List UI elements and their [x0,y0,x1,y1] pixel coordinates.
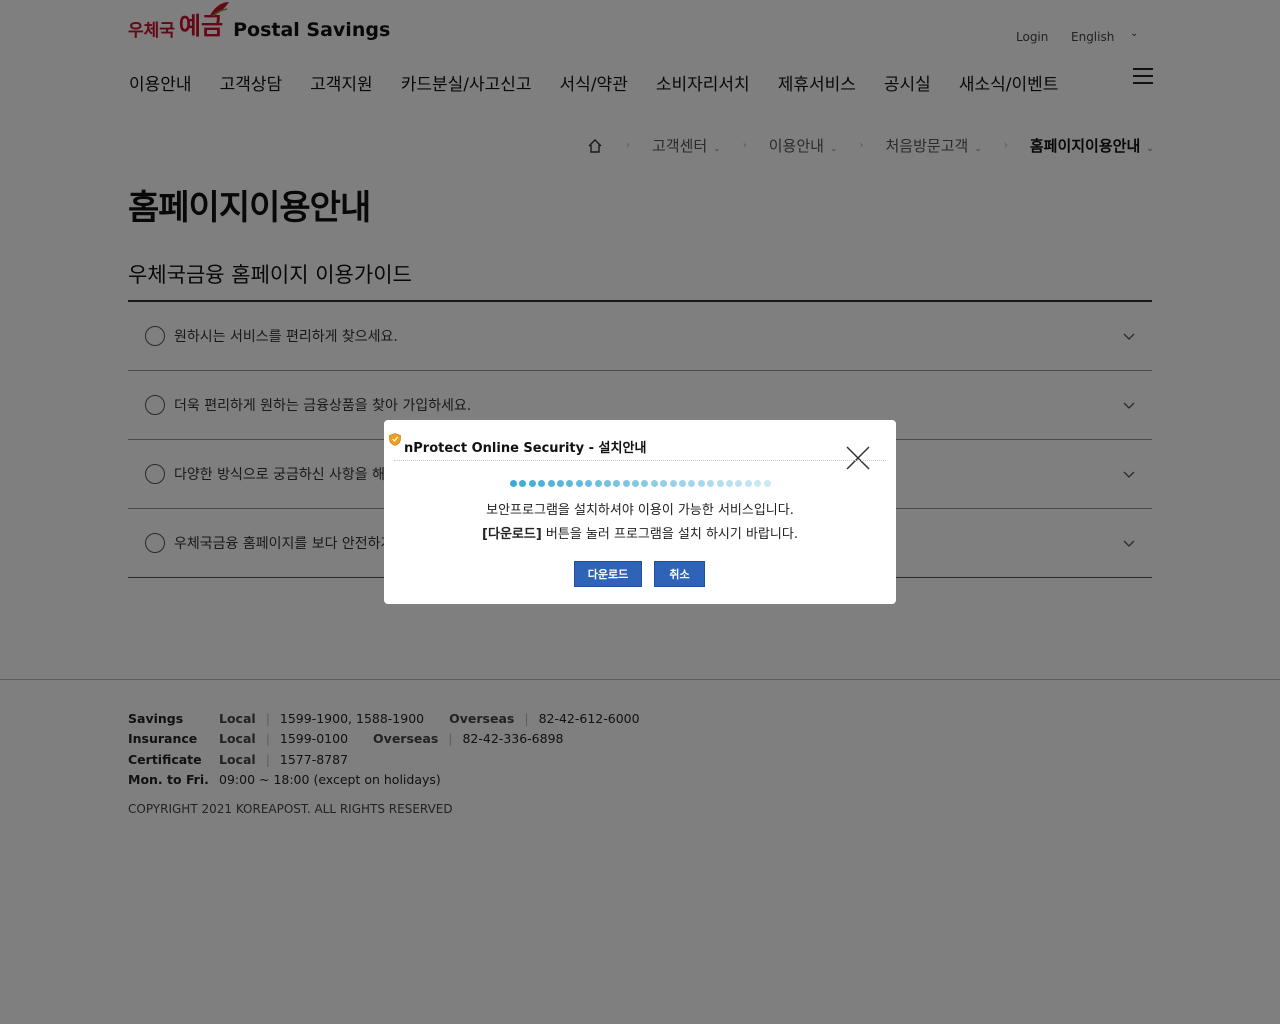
cancel-button[interactable]: 취소 [654,561,705,587]
progress-dot [744,480,752,487]
progress-dot [660,480,668,487]
progress-dot [669,480,677,487]
security-install-dialog: nProtect Online Security - 설치안내 보안프로그램을 … [384,420,896,604]
progress-dot [613,480,621,487]
progress-dot [763,480,771,487]
progress-dot [622,480,630,487]
progress-dot [519,480,527,487]
progress-dot [754,480,762,487]
progress-dot [575,480,583,487]
close-icon[interactable] [846,446,870,470]
progress-dot [594,480,602,487]
progress-dot [707,480,715,487]
dialog-message-instruction: [다운로드] 버튼을 눌러 프로그램을 설치 하시기 바랍니다. [384,523,896,542]
progress-dots [510,480,773,487]
progress-dot [641,480,649,487]
dialog-message: 보안프로그램을 설치하셔야 이용이 가능한 서비스입니다. [486,503,794,518]
shield-icon [389,433,401,446]
progress-dot [528,480,536,487]
progress-dot [603,480,611,487]
progress-dot [725,480,733,487]
progress-dot [650,480,658,487]
download-button[interactable]: 다운로드 [574,561,642,587]
progress-dot [632,480,640,487]
progress-dot [538,480,546,487]
progress-dot [735,480,743,487]
progress-dot [556,480,564,487]
progress-dot [697,480,705,487]
dialog-message-emphasis: [다운로드] [482,527,542,542]
progress-dot [566,480,574,487]
progress-dot [585,480,593,487]
progress-dot [716,480,724,487]
dialog-divider [394,460,886,461]
dialog-message-rest: 버튼을 눌러 프로그램을 설치 하시기 바랍니다. [541,527,798,542]
progress-dot [688,480,696,487]
progress-dot [679,480,687,487]
dialog-title: nProtect Online Security - 설치안내 [404,441,647,456]
progress-dot [510,480,517,487]
progress-dot [547,480,555,487]
